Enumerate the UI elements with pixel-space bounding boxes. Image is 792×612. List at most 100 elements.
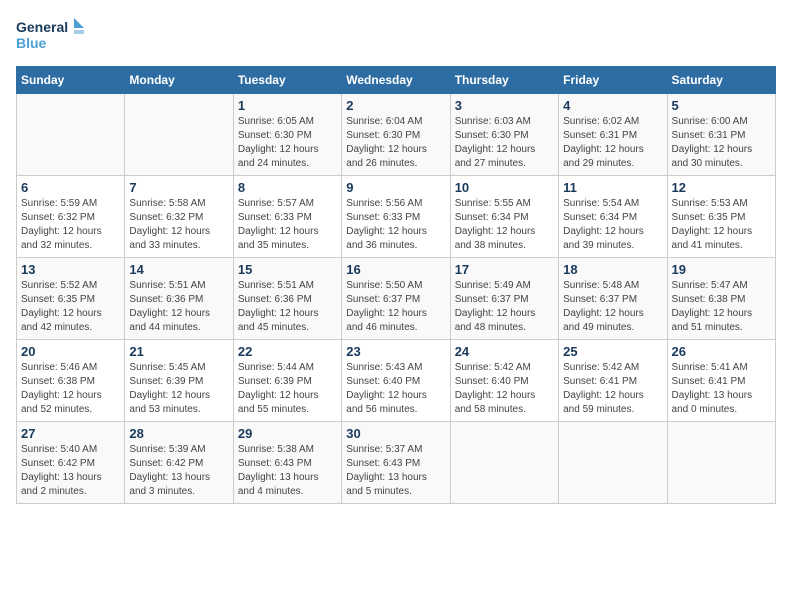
day-number: 7	[129, 180, 228, 195]
calendar-cell	[559, 422, 667, 504]
calendar-cell: 10Sunrise: 5:55 AMSunset: 6:34 PMDayligh…	[450, 176, 558, 258]
day-info: Sunrise: 5:37 AMSunset: 6:43 PMDaylight:…	[346, 443, 445, 499]
column-header-friday: Friday	[559, 67, 667, 94]
svg-text:General: General	[16, 19, 68, 35]
calendar-cell: 26 Sunrise: 5:41 AMSunset: 6:41 PMDayligh…	[667, 340, 775, 422]
calendar-cell: 17 Sunrise: 5:49 AMSunset: 6:37 PMDayligh…	[450, 258, 558, 340]
calendar-cell: 19 Sunrise: 5:47 AMSunset: 6:38 PMDayligh…	[667, 258, 775, 340]
day-number: 20	[21, 344, 120, 359]
calendar-cell: 16 Sunrise: 5:50 AMSunset: 6:37 PMDayligh…	[342, 258, 450, 340]
day-info: Sunrise: 5:58 AMSunset: 6:32 PMDaylight:…	[129, 197, 228, 253]
day-number: 30	[346, 426, 445, 441]
day-info: Sunrise: 5:45 AMSunset: 6:39 PMDaylight:…	[129, 361, 228, 417]
day-info: Sunrise: 5:39 AMSunset: 6:42 PMDaylight:…	[129, 443, 228, 499]
day-number: 4	[563, 98, 662, 113]
calendar-cell: 12 Sunrise: 5:53 AMSunset: 6:35 PMDayligh…	[667, 176, 775, 258]
day-info: Sunrise: 5:41 AMSunset: 6:41 PMDaylight:…	[672, 361, 771, 417]
day-info: Sunrise: 5:51 AMSunset: 6:36 PMDaylight:…	[129, 279, 228, 335]
day-number: 5	[672, 98, 771, 113]
day-number: 23	[346, 344, 445, 359]
column-header-sunday: Sunday	[17, 67, 125, 94]
column-header-thursday: Thursday	[450, 67, 558, 94]
day-number: 24	[455, 344, 554, 359]
day-info: Sunrise: 5:38 AMSunset: 6:43 PMDaylight:…	[238, 443, 337, 499]
logo: General Blue	[16, 16, 86, 60]
day-info: Sunrise: 6:02 AMSunset: 6:31 PMDaylight:…	[563, 115, 662, 171]
day-info: Sunrise: 5:43 AMSunset: 6:40 PMDaylight:…	[346, 361, 445, 417]
day-info: Sunrise: 5:57 AMSunset: 6:33 PMDaylight:…	[238, 197, 337, 253]
day-number: 22	[238, 344, 337, 359]
day-info: Sunrise: 5:47 AMSunset: 6:38 PMDaylight:…	[672, 279, 771, 335]
day-info: Sunrise: 5:44 AMSunset: 6:39 PMDaylight:…	[238, 361, 337, 417]
calendar-cell: 14 Sunrise: 5:51 AMSunset: 6:36 PMDayligh…	[125, 258, 233, 340]
day-info: Sunrise: 5:49 AMSunset: 6:37 PMDaylight:…	[455, 279, 554, 335]
day-number: 18	[563, 262, 662, 277]
header: General Blue	[16, 16, 776, 60]
day-number: 16	[346, 262, 445, 277]
calendar-cell: 27 Sunrise: 5:40 AMSunset: 6:42 PMDayligh…	[17, 422, 125, 504]
calendar-cell: 22 Sunrise: 5:44 AMSunset: 6:39 PMDayligh…	[233, 340, 341, 422]
calendar-cell: 7 Sunrise: 5:58 AMSunset: 6:32 PMDaylight…	[125, 176, 233, 258]
day-info: Sunrise: 6:00 AMSunset: 6:31 PMDaylight:…	[672, 115, 771, 171]
day-info: Sunrise: 5:56 AMSunset: 6:33 PMDaylight:…	[346, 197, 445, 253]
day-number: 15	[238, 262, 337, 277]
day-number: 14	[129, 262, 228, 277]
column-header-monday: Monday	[125, 67, 233, 94]
week-row-3: 13Sunrise: 5:52 AMSunset: 6:35 PMDayligh…	[17, 258, 776, 340]
week-row-4: 20Sunrise: 5:46 AMSunset: 6:38 PMDayligh…	[17, 340, 776, 422]
day-info: Sunrise: 5:42 AMSunset: 6:40 PMDaylight:…	[455, 361, 554, 417]
day-number: 8	[238, 180, 337, 195]
day-number: 3	[455, 98, 554, 113]
day-info: Sunrise: 6:05 AMSunset: 6:30 PMDaylight:…	[238, 115, 337, 171]
day-number: 29	[238, 426, 337, 441]
day-number: 19	[672, 262, 771, 277]
week-row-2: 6 Sunrise: 5:59 AMSunset: 6:32 PMDaylight…	[17, 176, 776, 258]
day-info: Sunrise: 6:03 AMSunset: 6:30 PMDaylight:…	[455, 115, 554, 171]
calendar-cell: 30 Sunrise: 5:37 AMSunset: 6:43 PMDayligh…	[342, 422, 450, 504]
day-number: 27	[21, 426, 120, 441]
day-number: 25	[563, 344, 662, 359]
day-info: Sunrise: 6:04 AMSunset: 6:30 PMDaylight:…	[346, 115, 445, 171]
calendar-cell	[125, 94, 233, 176]
calendar-cell: 9Sunrise: 5:56 AMSunset: 6:33 PMDaylight…	[342, 176, 450, 258]
week-row-1: 1Sunrise: 6:05 AMSunset: 6:30 PMDaylight…	[17, 94, 776, 176]
day-number: 17	[455, 262, 554, 277]
calendar-cell: 5 Sunrise: 6:00 AMSunset: 6:31 PMDaylight…	[667, 94, 775, 176]
calendar-cell: 15 Sunrise: 5:51 AMSunset: 6:36 PMDayligh…	[233, 258, 341, 340]
calendar-cell: 21 Sunrise: 5:45 AMSunset: 6:39 PMDayligh…	[125, 340, 233, 422]
day-info: Sunrise: 5:50 AMSunset: 6:37 PMDaylight:…	[346, 279, 445, 335]
calendar-cell: 3 Sunrise: 6:03 AMSunset: 6:30 PMDaylight…	[450, 94, 558, 176]
calendar-cell: 29 Sunrise: 5:38 AMSunset: 6:43 PMDayligh…	[233, 422, 341, 504]
day-number: 21	[129, 344, 228, 359]
calendar-cell	[450, 422, 558, 504]
calendar-cell: 4 Sunrise: 6:02 AMSunset: 6:31 PMDaylight…	[559, 94, 667, 176]
calendar-cell: 8 Sunrise: 5:57 AMSunset: 6:33 PMDaylight…	[233, 176, 341, 258]
day-number: 11	[563, 180, 662, 195]
day-info: Sunrise: 5:54 AMSunset: 6:34 PMDaylight:…	[563, 197, 662, 253]
day-number: 6	[21, 180, 120, 195]
day-info: Sunrise: 5:51 AMSunset: 6:36 PMDaylight:…	[238, 279, 337, 335]
calendar-table: SundayMondayTuesdayWednesdayThursdayFrid…	[16, 66, 776, 504]
logo-svg: General Blue	[16, 16, 86, 60]
calendar-cell: 25 Sunrise: 5:42 AMSunset: 6:41 PMDayligh…	[559, 340, 667, 422]
day-info: Sunrise: 5:53 AMSunset: 6:35 PMDaylight:…	[672, 197, 771, 253]
column-header-tuesday: Tuesday	[233, 67, 341, 94]
day-info: Sunrise: 5:42 AMSunset: 6:41 PMDaylight:…	[563, 361, 662, 417]
day-number: 28	[129, 426, 228, 441]
day-number: 26	[672, 344, 771, 359]
day-number: 2	[346, 98, 445, 113]
day-info: Sunrise: 5:52 AMSunset: 6:35 PMDaylight:…	[21, 279, 120, 335]
day-info: Sunrise: 5:48 AMSunset: 6:37 PMDaylight:…	[563, 279, 662, 335]
calendar-cell: 6 Sunrise: 5:59 AMSunset: 6:32 PMDaylight…	[17, 176, 125, 258]
calendar-cell: 28 Sunrise: 5:39 AMSunset: 6:42 PMDayligh…	[125, 422, 233, 504]
calendar-cell: 23 Sunrise: 5:43 AMSunset: 6:40 PMDayligh…	[342, 340, 450, 422]
day-info: Sunrise: 5:59 AMSunset: 6:32 PMDaylight:…	[21, 197, 120, 253]
calendar-cell: 18 Sunrise: 5:48 AMSunset: 6:37 PMDayligh…	[559, 258, 667, 340]
calendar-cell: 11 Sunrise: 5:54 AMSunset: 6:34 PMDayligh…	[559, 176, 667, 258]
day-info: Sunrise: 5:55 AMSunset: 6:34 PMDaylight:…	[455, 197, 554, 253]
calendar-cell	[667, 422, 775, 504]
week-row-5: 27 Sunrise: 5:40 AMSunset: 6:42 PMDayligh…	[17, 422, 776, 504]
column-header-wednesday: Wednesday	[342, 67, 450, 94]
day-number: 12	[672, 180, 771, 195]
day-info: Sunrise: 5:40 AMSunset: 6:42 PMDaylight:…	[21, 443, 120, 499]
